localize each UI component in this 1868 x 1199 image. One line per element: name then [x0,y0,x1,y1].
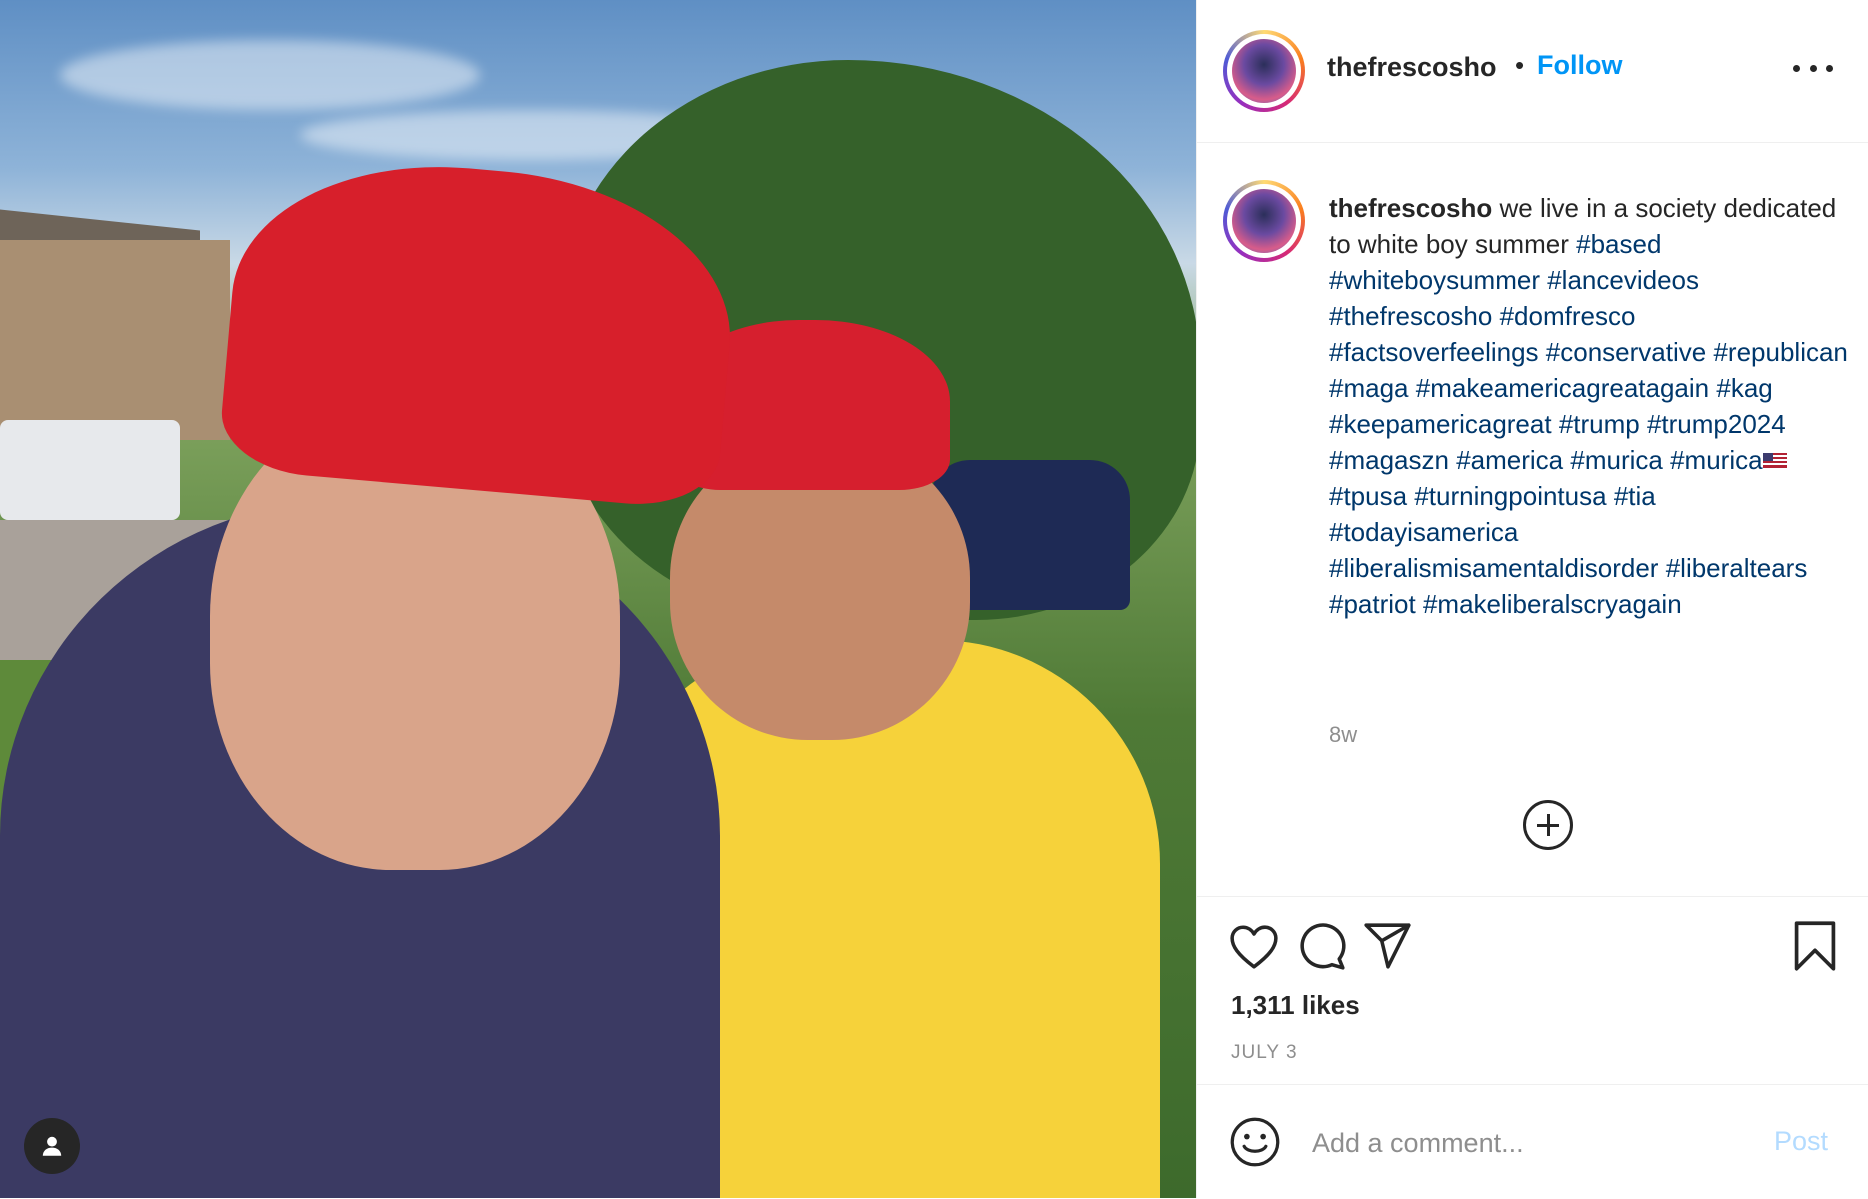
cloud [60,40,480,110]
house [0,240,230,440]
bookmark-icon[interactable] [1793,920,1837,972]
emoji-icon[interactable] [1229,1116,1281,1168]
separator-dot: • [1515,50,1525,80]
hashtag[interactable]: #maga [1329,373,1409,403]
hashtag[interactable]: #todayisamerica [1329,517,1518,547]
hashtag[interactable]: #based [1576,229,1661,259]
hashtag[interactable]: #magaszn [1329,445,1449,475]
tagged-user-icon[interactable] [24,1118,80,1174]
hashtag[interactable]: #patriot [1329,589,1416,619]
comment-input[interactable] [1310,1122,1734,1164]
header-username[interactable]: thefrescosho [1327,52,1497,83]
hashtag[interactable]: #tia [1614,481,1656,511]
hashtag[interactable]: #republican [1713,337,1847,367]
heart-icon[interactable] [1229,924,1279,970]
hashtag[interactable]: #america [1456,445,1563,475]
plus-circle-icon[interactable] [1523,800,1573,850]
post-comment-button[interactable]: Post [1774,1126,1828,1157]
hashtag[interactable]: #trump [1559,409,1640,439]
hashtag[interactable]: #makeliberalscryagain [1423,589,1682,619]
hashtag[interactable]: #liberaltears [1666,553,1808,583]
post-photo[interactable] [0,0,1196,1198]
truck [0,420,180,520]
hashtag[interactable]: #murica [1570,445,1662,475]
hashtag[interactable]: #whiteboysummer [1329,265,1540,295]
us-flag-emoji [1762,453,1787,468]
post-header: thefrescosho • Follow [1197,0,1868,143]
comment-icon[interactable] [1297,922,1347,972]
user-icon [42,1136,62,1156]
hashtag[interactable]: #murica [1670,445,1787,475]
post-date[interactable]: JULY 3 [1231,1042,1298,1064]
post-sidebar: thefrescosho • Follow thefrescosho we li… [1196,0,1868,1198]
hashtag[interactable]: #domfresco [1500,301,1636,331]
hashtag[interactable]: #conservative [1546,337,1706,367]
send-icon[interactable] [1363,922,1413,970]
hashtag[interactable]: #makeamericagreatagain [1416,373,1709,403]
hashtag[interactable]: #factsoverfeelings [1329,337,1539,367]
follow-button[interactable]: Follow [1537,50,1622,81]
hashtag[interactable]: #tpusa [1329,481,1407,511]
hashtag[interactable]: #trump2024 [1647,409,1786,439]
post-caption: thefrescosho we live in a society dedica… [1329,190,1849,622]
hashtag[interactable]: #kag [1716,373,1772,403]
caption-avatar[interactable] [1223,180,1305,262]
profile-avatar[interactable] [1223,30,1305,112]
hashtag[interactable]: #thefrescosho [1329,301,1492,331]
caption-username[interactable]: thefrescosho [1329,193,1492,223]
hashtag[interactable]: #turningpointusa [1414,481,1606,511]
hashtag[interactable]: #keepamericagreat [1329,409,1552,439]
post-age[interactable]: 8w [1329,722,1357,748]
hashtag-text: #murica [1670,445,1763,475]
hashtag[interactable]: #liberalismisamentaldisorder [1329,553,1658,583]
more-options-icon[interactable] [1793,58,1833,78]
hashtag[interactable]: #lancevideos [1547,265,1699,295]
likes-count[interactable]: 1,311 likes [1231,990,1360,1021]
